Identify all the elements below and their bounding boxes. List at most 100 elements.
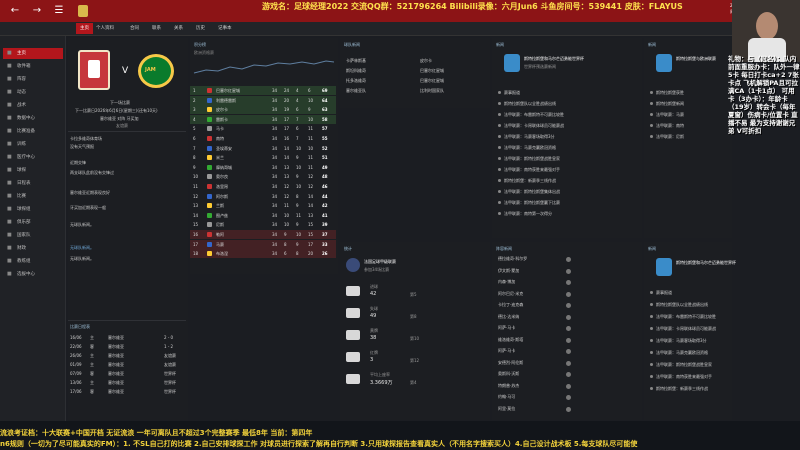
sidebar-item[interactable]: ■ 收件箱	[3, 61, 63, 72]
tab-notes[interactable]: 记事本	[218, 25, 232, 31]
news-item[interactable]: 法甲联赛：斯特拉斯堡集体出战	[504, 189, 560, 195]
news-item[interactable]: 法甲联赛：卡昂联体球员可能赛战	[504, 123, 564, 129]
news-item[interactable]: 法甲联赛：马赛客场取得3分	[504, 134, 555, 140]
sidebar-item[interactable]: ■ 医疗中心	[3, 152, 63, 163]
news-item[interactable]: 法甲联赛：斯特拉斯堡赢下比赛	[504, 200, 560, 206]
sidebar-item[interactable]: ■ 主页	[3, 48, 63, 59]
squad-news-player[interactable]: 阿尔巴尼·米克	[498, 291, 523, 297]
squad-news-player[interactable]: 阿里·莫拉	[498, 406, 515, 412]
sidebar-item[interactable]: ■ 球探	[3, 165, 63, 176]
news-item[interactable]: 斯特拉斯堡队以全胜战绩出线	[504, 101, 556, 107]
news-item[interactable]: 赛事报道	[504, 90, 520, 96]
team-news-player[interactable]: 托多洛维奇	[346, 78, 366, 84]
squad-news-player[interactable]: 安德烈·阿伦斯	[498, 360, 523, 366]
news-bottom-item[interactable]: 法甲联赛：南特获胜来最强对手	[656, 374, 712, 380]
news-bottom-item[interactable]: 法甲联赛：布雷斯特不可赛比较胜	[656, 314, 716, 320]
fixture-row[interactable]: 16/06 主 塞尔维亚 2 - 0	[68, 334, 186, 342]
fixture-row[interactable]: 26/06 主 塞尔维亚 友谊赛	[68, 352, 186, 360]
squad-news-player[interactable]: 特朗普·苏杰	[498, 383, 519, 389]
league-table-row[interactable]: 18 布洛涅 34 6 8 20 26	[190, 249, 336, 259]
news-bottom-item[interactable]: 法甲联赛：马赛克赢欧冠资格	[656, 350, 708, 356]
news-bottom-item[interactable]: 法甲联赛：斯特拉斯堡战胜皇家	[656, 362, 712, 368]
squad-news-player[interactable]: 阿萨·马卡	[498, 348, 515, 354]
squad-news-player[interactable]: 伊文斯·蒙加	[498, 268, 519, 274]
tab-profile[interactable]: 个人资料	[96, 25, 114, 31]
news-far-item[interactable]: 斯特拉斯堡新闻	[656, 101, 684, 107]
news-bottom-headline[interactable]: 斯特拉斯堡和马尔芒迈勇能世界杯	[676, 260, 736, 266]
sidebar-item[interactable]: ■ 球探组	[3, 204, 63, 215]
news-far-item[interactable]: 法甲联赛：马赛	[656, 112, 684, 118]
sidebar-item[interactable]: ■ 阵容	[3, 74, 63, 85]
league-table-row[interactable]: 11 洛里昂 34 12 10 12 46	[190, 182, 336, 191]
squad-news-player[interactable]: 德比·达米纳	[498, 314, 519, 320]
squad-news-player[interactable]: 内森·博加	[498, 279, 515, 285]
league-table-row[interactable]: 13 兰斯 34 11 9 14 42	[190, 201, 336, 210]
tab-contacts[interactable]: 联系	[152, 25, 161, 31]
news-headline[interactable]: 斯特拉斯堡和马尔芒迈勇能世界杯	[524, 56, 584, 62]
league-table-row[interactable]: 3 皮尔卡 34 19 6 9 63	[190, 105, 336, 115]
sidebar-item[interactable]: ■ 训练	[3, 139, 63, 150]
league-table-row[interactable]: 1 巴塞尔红星城 34 24 4 6 69	[190, 86, 336, 95]
team-news-player[interactable]: 斯坦科维奇	[346, 68, 366, 74]
team-news-player[interactable]: 卡萨林斯基	[346, 58, 366, 64]
league-table-row[interactable]: 8 米兰 34 14 9 11 51	[190, 153, 336, 162]
league-table-row[interactable]: 9 摩纳哥城 34 13 10 11 49	[190, 163, 336, 172]
fixture-row[interactable]: 01/09 主 塞尔维亚 友谊赛	[68, 361, 186, 369]
sidebar-item[interactable]: ■ 动态	[3, 87, 63, 98]
sidebar-item[interactable]: ■ 选拔中心	[3, 269, 63, 280]
league-table-row[interactable]: 14 图卢兹 34 10 11 13 41	[190, 211, 336, 220]
league-table-row[interactable]: 10 奥尔良 34 13 9 12 48	[190, 172, 336, 181]
league-table-row[interactable]: 5 马卡 34 17 6 11 57	[190, 124, 336, 133]
back-icon[interactable]: ←	[8, 4, 22, 18]
news-bottom-item[interactable]: 赛事报道	[656, 290, 672, 296]
forward-icon[interactable]: →	[30, 4, 44, 18]
news-far-item[interactable]: 斯特拉斯堡获胜	[656, 90, 684, 96]
squad-news-player[interactable]: 约翰·马可	[498, 394, 515, 400]
sidebar-item[interactable]: ■ 数据中心	[3, 113, 63, 124]
sidebar-item[interactable]: ■ 比赛准备	[3, 126, 63, 137]
league-table-row[interactable]: 17 马赛 34 8 9 17 33	[190, 239, 336, 249]
news-far-item[interactable]: 法甲联赛：南特	[656, 123, 684, 129]
news-far-headline[interactable]: 斯特拉斯堡与欧洲联赛	[676, 56, 716, 62]
sidebar-item[interactable]: ■ 俱乐部	[3, 217, 63, 228]
league-table-row[interactable]: 12 阿尔斯 34 12 8 14 44	[190, 192, 336, 201]
news-bottom-item[interactable]: 斯特拉斯堡队以全胜战绩出线	[656, 302, 708, 308]
league-table-row[interactable]: 4 雷斯卡 34 17 7 10 58	[190, 114, 336, 124]
team-news-player[interactable]: 塞尔维亚队	[346, 88, 366, 94]
sidebar-item[interactable]: ■ 比赛	[3, 191, 63, 202]
squad-news-player[interactable]: 维洛维奇·斯塔	[498, 337, 523, 343]
squad-news-player[interactable]: 卡拉丁·迪克森	[498, 302, 523, 308]
news-item[interactable]: 法甲联赛：马赛克赢欧冠资格	[504, 145, 556, 151]
fixture-row[interactable]: 22/06 客 塞尔维亚 1 - 2	[68, 343, 186, 351]
news-bottom-item[interactable]: 斯特拉斯堡：新赛季三线作战	[656, 386, 708, 392]
sidebar-item[interactable]: ■ 战术	[3, 100, 63, 111]
league-table-row[interactable]: 2 利雷德雷斯 34 20 4 10 64	[190, 95, 336, 105]
next-match-teams[interactable]: 塞尔维亚 对阵 牙买加	[100, 116, 139, 122]
squad-news-player[interactable]: 奥斯科·沃斯	[498, 371, 519, 377]
menu-icon[interactable]: ☰	[52, 4, 66, 18]
news-bottom-item[interactable]: 法甲联赛：卡昂联体球员可能赛战	[656, 326, 716, 332]
squad-news-player[interactable]: 德拉维奇·科尔罗	[498, 256, 527, 262]
fixture-row[interactable]: 13/06 主 塞尔维亚 世界杯	[68, 379, 186, 387]
news-item[interactable]: 法甲联赛：斯特拉斯堡战胜皇家	[504, 156, 560, 162]
tab-contract[interactable]: 合同	[130, 25, 139, 31]
news-item[interactable]: 法甲联赛：布雷斯特不可赛比较胜	[504, 112, 564, 118]
sidebar-item[interactable]: ■ 国家队	[3, 230, 63, 241]
sidebar-item[interactable]: ■ 教练组	[3, 256, 63, 267]
league-table-row[interactable]: 7 圣埃蒂安 34 14 10 10 52	[190, 144, 336, 153]
league-table-row[interactable]: 15 尼斯 34 10 9 15 39	[190, 220, 336, 229]
league-table-row[interactable]: 16 勒阿 34 9 10 15 37	[190, 230, 336, 239]
tab-overview[interactable]: 主页	[76, 23, 93, 34]
news-item[interactable]: 斯特拉斯堡：新赛季三线作战	[504, 178, 556, 184]
news-item[interactable]: 法甲联赛：南特获胜来最强对手	[504, 167, 560, 173]
news-item[interactable]: 法甲联赛：南特第一次得分	[504, 211, 552, 217]
league-table-row[interactable]: 6 南特 34 16 7 11 55	[190, 134, 336, 143]
tab-history[interactable]: 历史	[196, 25, 205, 31]
fixture-row[interactable]: 07/09 客 塞尔维亚 世界杯	[68, 370, 186, 378]
club-crest-icon[interactable]	[78, 5, 88, 17]
squad-news-player[interactable]: 阿萨·马卡	[498, 325, 515, 331]
sidebar-item[interactable]: ■ 财政	[3, 243, 63, 254]
sidebar-item[interactable]: ■ 日程表	[3, 178, 63, 189]
news-bottom-item[interactable]: 法甲联赛：马赛客场取得3分	[656, 338, 707, 344]
fixture-row[interactable]: 17/06 客 塞尔维亚 世界杯	[68, 388, 186, 396]
